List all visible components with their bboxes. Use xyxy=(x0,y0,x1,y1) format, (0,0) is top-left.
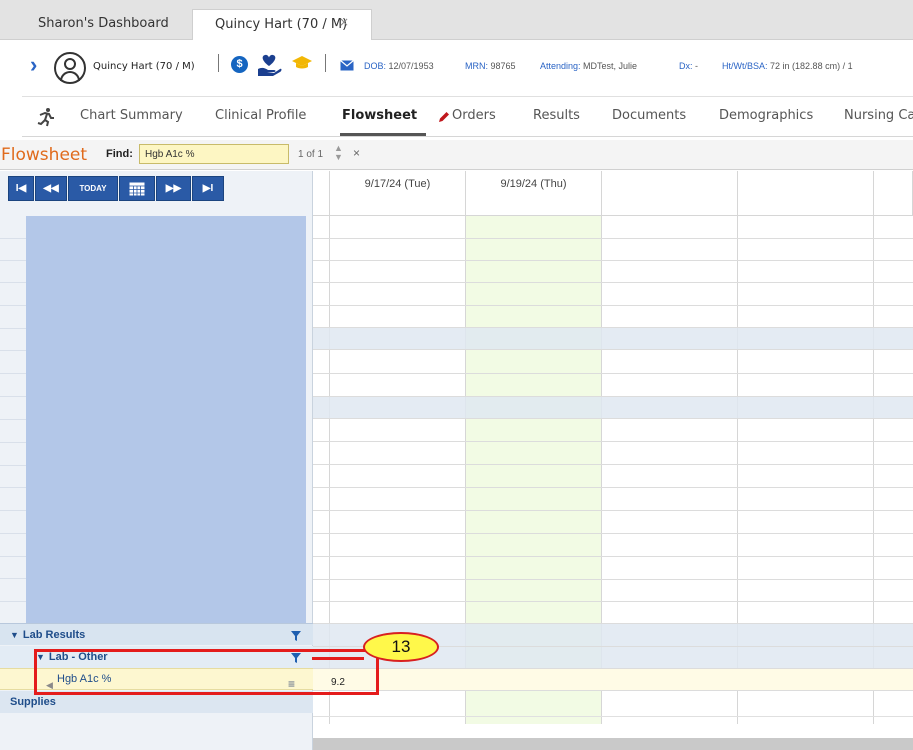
tab-label: Quincy Hart (70 / M) xyxy=(215,17,348,32)
close-icon[interactable]: × xyxy=(339,7,349,37)
date-navigation: I◀ ◀◀ TODAY ▶▶ ▶I xyxy=(8,176,248,201)
hgb-row-cells xyxy=(313,668,913,690)
column-header-date[interactable] xyxy=(738,171,874,216)
divider xyxy=(218,54,219,72)
collapse-triangle-icon[interactable]: ▼ xyxy=(10,630,19,640)
group-band xyxy=(313,327,913,349)
patient-name: Quincy Hart (70 / M) xyxy=(93,61,195,72)
column-header-spacer xyxy=(313,171,330,216)
group-band xyxy=(313,396,913,418)
find-label: Find: xyxy=(106,148,133,160)
active-tab-indicator xyxy=(340,133,426,136)
nav-orders[interactable]: Orders xyxy=(452,108,496,123)
find-input[interactable] xyxy=(139,144,289,164)
avatar[interactable] xyxy=(54,52,86,84)
chart-nav: Chart Summary Clinical Profile Flowsheet… xyxy=(22,97,913,137)
mail-icon[interactable] xyxy=(340,60,354,71)
collapsed-row-gutter xyxy=(0,216,26,624)
callout-connector xyxy=(312,657,364,660)
htwt-field: Ht/Wt/BSA: 72 in (182.88 cm) / 1 xyxy=(722,61,853,71)
column-header-date[interactable]: 9/19/24 (Thu) xyxy=(466,171,602,216)
nav-demographics[interactable]: Demographics xyxy=(719,108,813,123)
graduation-cap-icon[interactable] xyxy=(292,55,312,71)
last-button[interactable]: ▶I xyxy=(192,176,224,201)
nav-nursing-care[interactable]: Nursing Ca xyxy=(844,108,913,123)
up-down-arrows-icon[interactable]: ▲ ▼ xyxy=(334,144,343,162)
first-button[interactable]: I◀ xyxy=(8,176,34,201)
flowsheet-grid: 9/17/24 (Tue) 9/19/24 (Thu) 9.2 xyxy=(313,171,913,750)
nav-clinical-profile[interactable]: Clinical Profile xyxy=(215,108,306,123)
nav-results[interactable]: Results xyxy=(533,108,580,123)
dollar-icon[interactable]: $ xyxy=(231,56,248,73)
calendar-button[interactable] xyxy=(119,176,155,201)
clear-search-icon[interactable]: × xyxy=(353,146,360,160)
dob-field: DOB: 12/07/1953 xyxy=(364,61,434,71)
heart-hand-icon[interactable] xyxy=(256,53,282,77)
callout-highlight-box xyxy=(34,649,379,695)
nav-documents[interactable]: Documents xyxy=(612,108,686,123)
page-title: Flowsheet xyxy=(1,145,88,165)
column-header-date[interactable]: 9/17/24 (Tue) xyxy=(330,171,466,216)
tab-patient-quincy-hart[interactable]: Quincy Hart (70 / M) × xyxy=(192,9,372,40)
attending-field: Attending: MDTest, Julie xyxy=(540,61,638,71)
callout-number-badge: 13 xyxy=(363,632,439,662)
tab-bar: Sharon's Dashboard Quincy Hart (70 / M) … xyxy=(0,0,913,40)
filter-icon[interactable] xyxy=(291,631,301,641)
nav-chart-summary[interactable]: Chart Summary xyxy=(80,108,183,123)
match-count: 1 of 1 xyxy=(298,149,324,160)
bottom-row xyxy=(313,716,913,738)
today-button[interactable]: TODAY xyxy=(68,176,118,201)
column-header-date[interactable] xyxy=(602,171,738,216)
mrn-field: MRN: 98765 xyxy=(465,61,516,71)
column-header-date[interactable] xyxy=(874,171,913,216)
next-button[interactable]: ▶▶ xyxy=(156,176,191,201)
pencil-icon xyxy=(439,112,449,122)
tab-sharons-dashboard[interactable]: Sharon's Dashboard xyxy=(22,9,187,40)
previous-button[interactable]: ◀◀ xyxy=(35,176,67,201)
group-lab-results[interactable]: ▼ Lab Results xyxy=(0,623,313,645)
patient-banner: › Quincy Hart (70 / M) $ DOB: 12/07/1953… xyxy=(22,40,913,97)
divider xyxy=(325,54,326,72)
running-person-icon[interactable] xyxy=(36,107,56,127)
nav-flowsheet[interactable]: Flowsheet xyxy=(342,108,417,123)
flowsheet-toolbar: Flowsheet Find: 1 of 1 ▲▼ × xyxy=(0,140,913,170)
horizontal-scrollbar[interactable] xyxy=(313,738,913,750)
dx-field: Dx: - xyxy=(679,61,699,71)
calendar-icon xyxy=(129,182,145,196)
row-header-overlay xyxy=(26,216,306,624)
chevron-right-icon[interactable]: › xyxy=(30,52,37,78)
